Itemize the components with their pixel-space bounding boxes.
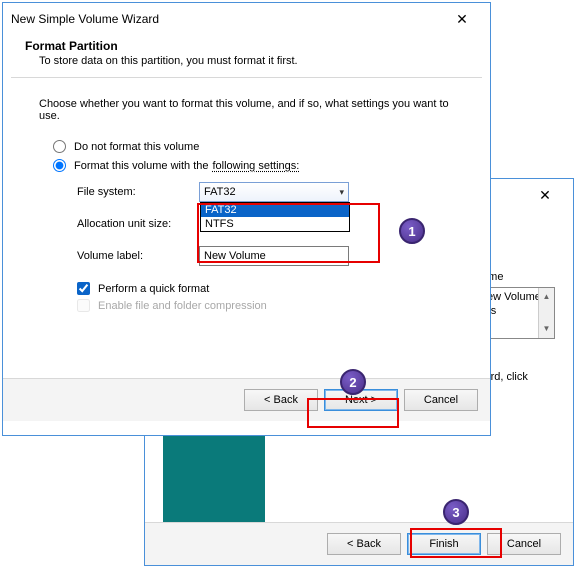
file-system-label: File system: xyxy=(77,186,199,198)
next-button[interactable]: Next > xyxy=(324,389,398,411)
compression-checkbox: Enable file and folder compression xyxy=(77,299,470,312)
quick-format-checkbox[interactable]: Perform a quick format xyxy=(77,282,470,295)
checkbox-label: Perform a quick format xyxy=(98,283,209,295)
scrollbar[interactable]: ▲▼ xyxy=(538,288,554,338)
radio-label: Do not format this volume xyxy=(74,141,199,153)
button-bar-front: < Back Next > Cancel xyxy=(3,378,490,421)
close-icon[interactable]: ✕ xyxy=(442,11,482,28)
volume-label-label: Volume label: xyxy=(77,250,199,262)
close-icon[interactable]: ✕ xyxy=(525,187,565,204)
page-subtitle: To store data on this partition, you mus… xyxy=(25,55,468,67)
radio-label-prefix: Format this volume with the xyxy=(74,160,209,172)
radio-format-with-settings[interactable]: Format this volume with the following se… xyxy=(53,159,470,172)
finish-button[interactable]: Finish xyxy=(407,533,481,555)
annotation-badge: 3 xyxy=(443,499,469,525)
scroll-up-icon[interactable]: ▲ xyxy=(543,290,551,304)
annotation-badge: 1 xyxy=(399,218,425,244)
file-system-option[interactable]: NTFS xyxy=(201,217,349,231)
checkbox-input xyxy=(77,299,90,312)
cancel-button[interactable]: Cancel xyxy=(487,533,561,555)
radio-input[interactable] xyxy=(53,159,66,172)
checkbox-label: Enable file and folder compression xyxy=(98,300,267,312)
header-block: Format Partition To store data on this p… xyxy=(3,35,490,77)
file-system-select[interactable]: FAT32 ▾ FAT32 NTFS xyxy=(199,182,349,202)
window-title: New Simple Volume Wizard xyxy=(11,12,159,26)
intro-text: Choose whether you want to format this v… xyxy=(39,98,470,122)
back-button[interactable]: < Back xyxy=(244,389,318,411)
radio-label-link: following settings: xyxy=(213,160,300,172)
file-system-option[interactable]: FAT32 xyxy=(201,203,349,217)
scroll-down-icon[interactable]: ▼ xyxy=(543,322,551,336)
button-bar-back: < Back Finish Cancel xyxy=(145,522,573,565)
chevron-down-icon: ▾ xyxy=(339,187,344,198)
cancel-button[interactable]: Cancel xyxy=(404,389,478,411)
radio-input[interactable] xyxy=(53,140,66,153)
radio-do-not-format[interactable]: Do not format this volume xyxy=(53,140,470,153)
annotation-badge: 2 xyxy=(340,369,366,395)
back-button[interactable]: < Back xyxy=(327,533,401,555)
file-system-dropdown: FAT32 NTFS xyxy=(200,202,350,232)
titlebar-front: New Simple Volume Wizard ✕ xyxy=(3,3,490,35)
allocation-label: Allocation unit size: xyxy=(77,218,199,230)
page-title: Format Partition xyxy=(25,39,468,53)
file-system-selected: FAT32 xyxy=(204,186,236,198)
checkbox-input[interactable] xyxy=(77,282,90,295)
volume-label-input[interactable] xyxy=(199,246,349,266)
